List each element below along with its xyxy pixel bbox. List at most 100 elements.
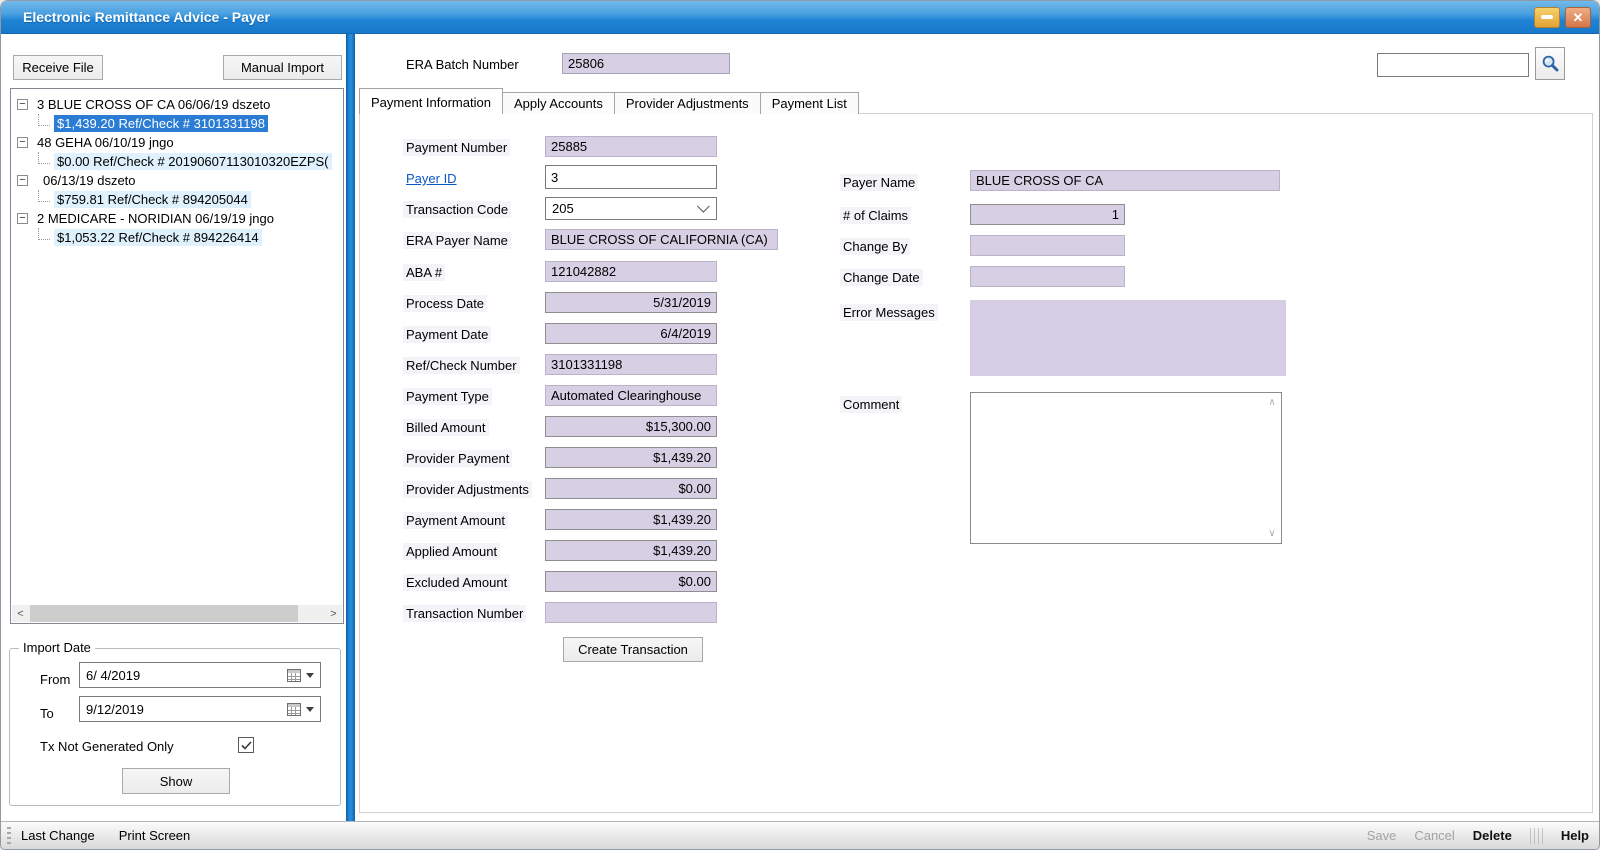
to-date-value: 9/12/2019 (86, 702, 287, 717)
era-batch-tree: − 3 BLUE CROSS OF CA 06/06/19 dszeto $1,… (10, 88, 344, 624)
era-batch-number-field: 25806 (562, 53, 730, 74)
scroll-up-icon[interactable]: ∧ (1268, 397, 1275, 408)
billed-amount-field: $15,300.00 (545, 416, 717, 437)
tree-item-payment[interactable]: $759.81 Ref/Check # 894205044 (11, 190, 343, 209)
era-payer-name-label: ERA Payer Name (403, 232, 511, 249)
error-messages-box (970, 300, 1286, 376)
collapse-toggle-icon[interactable]: − (17, 213, 28, 224)
delete-button[interactable]: Delete (1473, 828, 1512, 843)
provider-payment-label: Provider Payment (403, 450, 512, 467)
era-payer-name-field: BLUE CROSS OF CALIFORNIA (CA) (545, 229, 778, 250)
error-messages-label: Error Messages (840, 304, 938, 321)
from-calendar-button[interactable] (287, 669, 314, 682)
tab-apply-accounts[interactable]: Apply Accounts (502, 92, 615, 114)
transaction-number-field (545, 602, 717, 623)
tree-connector (38, 152, 50, 164)
transaction-code-select[interactable]: 205 (545, 197, 717, 220)
era-batch-number-label: ERA Batch Number (403, 56, 522, 73)
help-button[interactable]: Help (1561, 828, 1589, 843)
tree-connector (38, 190, 50, 202)
tree-item[interactable]: − 3 BLUE CROSS OF CA 06/06/19 dszeto (11, 95, 343, 114)
process-date-field: 5/31/2019 (545, 292, 717, 313)
tree-item-label: $1,439.20 Ref/Check # 3101331198 (54, 115, 268, 132)
comment-vertical-scrollbar[interactable]: ∧ ∨ (1264, 394, 1280, 542)
search-button[interactable] (1535, 47, 1565, 80)
tree-item-label: $1,053.22 Ref/Check # 894226414 (54, 229, 262, 246)
excluded-amount-field: $0.00 (545, 571, 717, 592)
window-title: Electronic Remittance Advice - Payer (23, 9, 270, 25)
num-claims-field: 1 (970, 204, 1125, 225)
status-bar: Last Change Print Screen Save Cancel Del… (1, 821, 1599, 849)
import-date-group-label: Import Date (19, 640, 95, 655)
payer-id-input[interactable] (545, 165, 717, 189)
search-input[interactable] (1377, 53, 1529, 77)
excluded-amount-label: Excluded Amount (403, 574, 510, 591)
tree-item-payment[interactable]: $1,439.20 Ref/Check # 3101331198 (11, 114, 343, 133)
transaction-code-label: Transaction Code (403, 201, 511, 218)
to-date-input[interactable]: 9/12/2019 (79, 696, 321, 722)
tab-provider-adjustments[interactable]: Provider Adjustments (614, 92, 761, 114)
tree-item-label: 3 BLUE CROSS OF CA 06/06/19 dszeto (34, 96, 273, 113)
payment-type-label: Payment Type (403, 388, 492, 405)
scroll-left-icon[interactable]: < (12, 605, 29, 622)
import-date-group: Import Date From 6/ 4/2019 To 9/12/2019 (9, 648, 341, 806)
payment-date-field: 6/4/2019 (545, 323, 717, 344)
cancel-button[interactable]: Cancel (1414, 828, 1454, 843)
tab-strip: Payment Information Apply Accounts Provi… (359, 88, 858, 114)
dropdown-arrow-icon (306, 707, 314, 712)
print-screen-button[interactable]: Print Screen (119, 828, 191, 843)
receive-file-button[interactable]: Receive File (13, 55, 103, 80)
tab-payment-information[interactable]: Payment Information (359, 88, 503, 114)
tree-item[interactable]: − 48 GEHA 06/10/19 jngo (11, 133, 343, 152)
applied-amount-label: Applied Amount (403, 543, 500, 560)
tree-item[interactable]: − 2 MEDICARE - NORIDIAN 06/19/19 jngo (11, 209, 343, 228)
minimize-button[interactable] (1534, 7, 1560, 28)
left-panel: Receive File Manual Import − 3 BLUE CROS… (1, 34, 346, 821)
scroll-right-icon[interactable]: > (325, 605, 342, 622)
change-date-label: Change Date (840, 269, 923, 286)
change-by-label: Change By (840, 238, 910, 255)
to-label: To (37, 705, 57, 722)
from-date-input[interactable]: 6/ 4/2019 (79, 662, 321, 688)
provider-adjustments-field: $0.00 (545, 478, 717, 499)
window-buttons: ✕ (1534, 7, 1591, 28)
tree-item-label: 48 GEHA 06/10/19 jngo (34, 134, 177, 151)
dropdown-arrow-icon (306, 673, 314, 678)
scrollbar-thumb[interactable] (30, 605, 298, 622)
change-date-field (970, 266, 1125, 287)
scroll-down-icon[interactable]: ∨ (1268, 528, 1275, 539)
show-button[interactable]: Show (122, 768, 230, 794)
manual-import-button[interactable]: Manual Import (223, 55, 342, 80)
transaction-number-label: Transaction Number (403, 605, 526, 622)
statusbar-separator-icon (1530, 828, 1543, 844)
window-body: Receive File Manual Import − 3 BLUE CROS… (1, 34, 1599, 821)
tx-not-generated-checkbox[interactable] (238, 737, 254, 753)
collapse-toggle-icon[interactable]: − (17, 175, 28, 186)
search-icon (1541, 54, 1560, 73)
tab-payment-list[interactable]: Payment List (760, 92, 859, 114)
comment-textarea[interactable]: ∧ ∨ (970, 392, 1282, 544)
tree-horizontal-scrollbar[interactable]: < > (12, 605, 342, 622)
payer-id-link[interactable]: Payer ID (403, 170, 460, 187)
tree-item-label: $759.81 Ref/Check # 894205044 (54, 191, 251, 208)
payment-number-label: Payment Number (403, 139, 510, 156)
chevron-down-icon (697, 200, 710, 213)
tree-item-payment[interactable]: $0.00 Ref/Check # 20190607113010320EZPS( (11, 152, 343, 171)
collapse-toggle-icon[interactable]: − (17, 137, 28, 148)
ref-check-number-label: Ref/Check Number (403, 357, 520, 374)
collapse-toggle-icon[interactable]: − (17, 99, 28, 110)
tree-item-payment[interactable]: $1,053.22 Ref/Check # 894226414 (11, 228, 343, 247)
tree-item-label: 06/13/19 dszeto (40, 172, 139, 189)
close-button[interactable]: ✕ (1565, 7, 1591, 28)
tree-item[interactable]: − 06/13/19 dszeto (11, 171, 343, 190)
to-calendar-button[interactable] (287, 703, 314, 716)
tree-item-label: 2 MEDICARE - NORIDIAN 06/19/19 jngo (34, 210, 277, 227)
change-by-field (970, 235, 1125, 256)
payer-name-field: BLUE CROSS OF CA (970, 170, 1280, 191)
create-transaction-button[interactable]: Create Transaction (563, 637, 703, 662)
panel-splitter[interactable] (346, 34, 355, 821)
billed-amount-label: Billed Amount (403, 419, 489, 436)
last-change-button[interactable]: Last Change (21, 828, 95, 843)
statusbar-grip-icon (7, 827, 11, 845)
save-button[interactable]: Save (1367, 828, 1397, 843)
